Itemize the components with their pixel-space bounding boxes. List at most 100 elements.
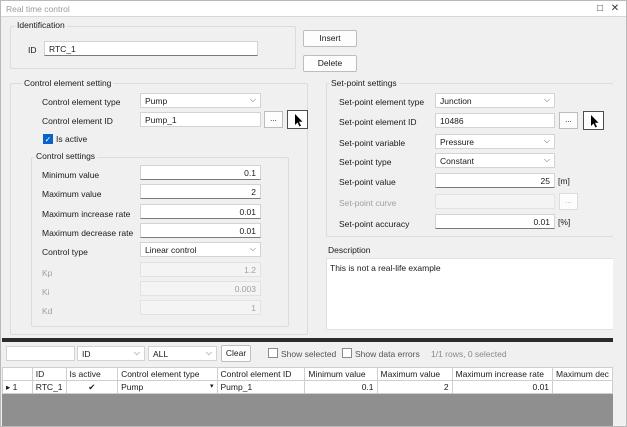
- column-header[interactable]: Maximum value: [376, 367, 453, 381]
- control-element-type-label: Control element type: [42, 97, 121, 107]
- minimum-value-field[interactable]: 0.1: [140, 165, 261, 180]
- row-pointer-icon: ▸: [6, 381, 11, 392]
- control-element-id-field[interactable]: Pump_1: [140, 112, 261, 127]
- title-bar: Real time control □ ✕: [1, 1, 626, 17]
- minimum-value-label: Minimum value: [42, 170, 100, 180]
- chevron-down-icon: ⌵: [543, 95, 550, 104]
- column-header[interactable]: [2, 367, 33, 381]
- setpoint-element-type-select[interactable]: Junction ⌵: [435, 93, 555, 108]
- close-icon[interactable]: ✕: [608, 2, 622, 15]
- column-header[interactable]: Is active: [65, 367, 119, 381]
- type-cell[interactable]: Pump ▾: [117, 380, 218, 394]
- data-table: ID Is active Control element type Contro…: [2, 367, 613, 394]
- column-header[interactable]: Control element ID: [216, 367, 306, 381]
- setpoint-variable-select[interactable]: Pressure ⌵: [435, 134, 555, 149]
- show-data-errors-checkbox[interactable]: [342, 348, 352, 358]
- id-field[interactable]: RTC_1: [44, 41, 258, 56]
- max-decrease-rate-field[interactable]: 0.01: [140, 223, 261, 238]
- filter-field-value: ID: [82, 349, 91, 359]
- table-header-row: ID Is active Control element type Contro…: [2, 367, 613, 381]
- max-increase-rate-field[interactable]: 0.01: [140, 204, 261, 219]
- insert-button[interactable]: Insert: [303, 30, 357, 47]
- chevron-down-icon: ⌵: [543, 155, 550, 164]
- ki-label: Ki: [42, 287, 50, 297]
- dropdown-arrow-icon: ▾: [210, 383, 214, 390]
- description-textarea[interactable]: This is not a real-life example: [326, 258, 614, 330]
- control-type-select[interactable]: Linear control ⌵: [140, 242, 261, 257]
- setpoint-accuracy-field[interactable]: 0.01: [435, 214, 555, 229]
- maximum-value-label: Maximum value: [42, 189, 102, 199]
- kp-label: Kp: [42, 268, 53, 278]
- setpoint-element-type-label: Set-point element type: [339, 97, 425, 107]
- chevron-down-icon: ⌵: [205, 348, 212, 357]
- maximize-icon[interactable]: □: [593, 2, 607, 15]
- control-type-value: Linear control: [145, 245, 197, 255]
- vertical-scrollbar[interactable]: [613, 18, 626, 348]
- setpoint-type-select[interactable]: Constant ⌵: [435, 153, 555, 168]
- column-header[interactable]: Control element type: [117, 367, 218, 381]
- column-header[interactable]: ID: [31, 367, 67, 381]
- control-type-label: Control type: [42, 247, 88, 257]
- max-increase-rate-cell[interactable]: 0.01: [451, 380, 554, 394]
- setpoint-variable-label: Set-point variable: [339, 138, 406, 148]
- row-number: 1: [12, 381, 18, 392]
- kd-label: Kd: [42, 306, 53, 316]
- id-cell[interactable]: RTC_1: [31, 380, 67, 394]
- kd-field[interactable]: 1: [140, 300, 261, 315]
- splitter[interactable]: [2, 338, 613, 342]
- filter-scope-value: ALL: [153, 349, 169, 359]
- control-element-browse-button[interactable]: ...: [264, 111, 283, 128]
- control-element-id-label: Control element ID: [42, 116, 113, 126]
- data-grid: ID Is active Control element type Contro…: [2, 367, 613, 426]
- setpoint-accuracy-unit: [%]: [558, 217, 571, 227]
- minimum-value-cell[interactable]: 0.1: [304, 380, 378, 394]
- ki-field[interactable]: 0.003: [140, 281, 261, 296]
- setpoint-element-id-field[interactable]: 10486: [435, 113, 555, 128]
- column-header[interactable]: Maximum dec: [552, 367, 613, 381]
- setpoint-curve-browse-button[interactable]: ...: [559, 193, 578, 210]
- show-selected-label: Show selected: [281, 349, 337, 359]
- control-element-pick-button[interactable]: [287, 110, 308, 129]
- show-data-errors-label: Show data errors: [355, 349, 420, 359]
- control-element-type-value: Pump: [145, 96, 168, 106]
- id-label: ID: [28, 45, 37, 55]
- chevron-down-icon: ⌵: [133, 348, 140, 357]
- control-element-group-label: Control element setting: [22, 78, 114, 88]
- setpoint-element-browse-button[interactable]: ...: [559, 112, 578, 129]
- is-active-checkbox[interactable]: ✓: [43, 134, 53, 144]
- cursor-arrow-icon: [591, 115, 599, 128]
- chevron-down-icon: ⌵: [249, 244, 256, 253]
- setpoint-value-field[interactable]: 25: [435, 173, 555, 188]
- filter-scope-select[interactable]: ALL ⌵: [148, 346, 217, 361]
- setpoint-element-pick-button[interactable]: [583, 111, 604, 130]
- is-active-label: Is active: [56, 134, 88, 144]
- column-header[interactable]: Maximum increase rate: [451, 367, 554, 381]
- max-decrease-rate-cell[interactable]: [552, 380, 613, 394]
- filter-text-input[interactable]: [6, 346, 75, 361]
- delete-button[interactable]: Delete: [303, 55, 357, 72]
- element-id-cell[interactable]: Pump_1: [216, 380, 306, 394]
- is-active-cell[interactable]: ✔: [65, 380, 119, 394]
- maximum-value-field[interactable]: 2: [140, 184, 261, 199]
- chevron-down-icon: ⌵: [249, 95, 256, 104]
- filter-field-select[interactable]: ID ⌵: [77, 346, 145, 361]
- max-decrease-rate-label: Maximum decrease rate: [42, 228, 134, 238]
- control-element-type-select[interactable]: Pump ⌵: [140, 93, 261, 108]
- chevron-down-icon: ⌵: [543, 136, 550, 145]
- setpoint-value-label: Set-point value: [339, 177, 396, 187]
- kp-field[interactable]: 1.2: [140, 262, 261, 277]
- row-number-cell[interactable]: ▸ 1: [2, 380, 33, 394]
- control-settings-group-label: Control settings: [34, 151, 98, 161]
- setpoint-curve-field[interactable]: [435, 194, 555, 209]
- show-selected-checkbox[interactable]: [268, 348, 278, 358]
- clear-button[interactable]: Clear: [221, 345, 251, 362]
- setpoint-element-id-label: Set-point element ID: [339, 117, 417, 127]
- maximum-value-cell[interactable]: 2: [376, 380, 453, 394]
- max-increase-rate-label: Maximum increase rate: [42, 209, 131, 219]
- table-row[interactable]: ▸ 1 RTC_1 ✔ Pump ▾ Pump_1 0.1 2 0.01: [2, 380, 613, 394]
- column-header[interactable]: Minimum value: [304, 367, 378, 381]
- setpoint-element-type-value: Junction: [440, 96, 472, 106]
- type-cell-value: Pump: [121, 382, 144, 392]
- rtc-window: Real time control □ ✕ Identification ID …: [0, 0, 627, 427]
- identification-group-label: Identification: [15, 20, 67, 30]
